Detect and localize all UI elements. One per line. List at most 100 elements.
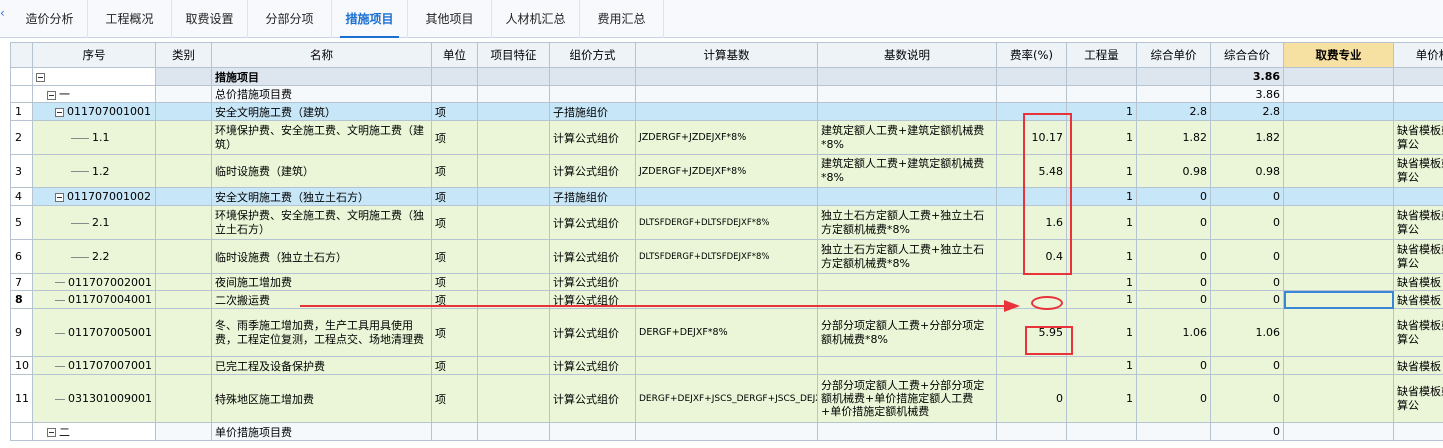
cell-name[interactable]: 安全文明施工费（建筑） [211, 102, 432, 121]
table-row[interactable]: 1 011707001001 安全文明施工费（建筑） 项 子措施组价 1 2.8… [10, 102, 1443, 121]
cell-method[interactable] [549, 422, 636, 441]
cell-seq[interactable]: 011707001001 [32, 102, 156, 121]
cell-rate[interactable]: 0 [996, 374, 1067, 423]
cell-fee-specialty[interactable] [1283, 374, 1394, 423]
cell-feature[interactable] [477, 85, 550, 103]
cell-qty[interactable]: 1 [1066, 205, 1137, 240]
cell-base[interactable]: DERGF+DEJXF*8% [635, 308, 818, 357]
cell-type[interactable] [155, 239, 212, 274]
table-row[interactable]: 措施项目 3.86 [10, 67, 1443, 86]
cell-name[interactable]: 夜间施工增加费 [211, 273, 432, 291]
cell-qty[interactable]: 1 [1066, 120, 1137, 155]
cell-unit-price[interactable]: 0 [1136, 187, 1211, 206]
cell-base[interactable]: DLTSFDERGF+DLTSFDEJXF*8% [635, 205, 818, 240]
cell-type[interactable] [155, 356, 212, 375]
cell-unit-price[interactable] [1136, 85, 1211, 103]
cell-total[interactable]: 0.98 [1210, 154, 1284, 188]
cell-base[interactable]: JZDERGF+JZDEJXF*8% [635, 120, 818, 155]
header-feature[interactable]: 项目特征 [477, 42, 550, 68]
cell-base-desc[interactable]: 建筑定额人工费+建筑定额机械费*8% [817, 120, 997, 155]
collapse-left-icon[interactable]: ‹ [0, 6, 10, 20]
table-row[interactable]: 6 2.2 临时设施费（独立土石方） 项 计算公式组价 DLTSFDERGF+D… [10, 239, 1443, 274]
cell-unit[interactable]: 项 [431, 154, 478, 188]
tab-cost-analysis[interactable]: 造价分析 [12, 0, 88, 38]
cell-seq[interactable]: 011707005001 [32, 308, 156, 357]
cell-base[interactable]: DERGF+DEJXF+JSCS_DERGF+JSCS_DEJXF [635, 374, 818, 423]
cell-feature[interactable] [477, 422, 550, 441]
cell-unit[interactable] [431, 422, 478, 441]
cell-unit-composition[interactable]: 缺省模板或计算公 [1393, 154, 1443, 188]
header-fee-specialty[interactable]: 取费专业 [1283, 42, 1394, 68]
cell-feature[interactable] [477, 374, 550, 423]
cell-unit-price[interactable] [1136, 67, 1211, 86]
cell-total[interactable]: 0 [1210, 356, 1284, 375]
table-row[interactable]: 4 011707001002 安全文明施工费（独立土石方） 项 子措施组价 1 … [10, 187, 1443, 206]
cell-base-desc[interactable] [817, 85, 997, 103]
cell-fee-specialty[interactable] [1283, 422, 1394, 441]
cell-qty[interactable] [1066, 422, 1137, 441]
cell-base-desc[interactable] [817, 422, 997, 441]
cell-unit-composition[interactable] [1393, 67, 1443, 86]
cell-qty[interactable]: 1 [1066, 308, 1137, 357]
cell-type[interactable] [155, 85, 212, 103]
cell-unit-price[interactable] [1136, 422, 1211, 441]
cell-base-desc[interactable]: 建筑定额人工费+建筑定额机械费*8% [817, 154, 997, 188]
cell-seq[interactable]: 1.2 [32, 154, 156, 188]
cell-qty[interactable]: 1 [1066, 102, 1137, 121]
cell-method[interactable] [549, 67, 636, 86]
collapse-icon[interactable] [36, 72, 45, 82]
cell-base-desc[interactable] [817, 356, 997, 375]
cell-base[interactable] [635, 187, 818, 206]
cell-base[interactable] [635, 85, 818, 103]
tab-labor-material-summary[interactable]: 人材机汇总 [492, 0, 580, 38]
cell-fee-specialty[interactable] [1283, 273, 1394, 291]
cell-unit[interactable]: 项 [431, 308, 478, 357]
header-total[interactable]: 综合合价 [1210, 42, 1284, 68]
header-name[interactable]: 名称 [211, 42, 432, 68]
cell-unit-price[interactable]: 0 [1136, 239, 1211, 274]
cell-seq[interactable]: 二 [32, 422, 156, 441]
cell-unit[interactable]: 项 [431, 205, 478, 240]
cell-unit[interactable]: 项 [431, 120, 478, 155]
cell-unit-composition[interactable] [1393, 85, 1443, 103]
cell-base-desc[interactable] [817, 273, 997, 291]
cell-type[interactable] [155, 187, 212, 206]
cell-unit-composition[interactable]: 缺省模板 [1393, 356, 1443, 375]
cell-base[interactable]: DLTSFDERGF+DLTSFDEJXF*8% [635, 239, 818, 274]
header-method[interactable]: 组价方式 [549, 42, 636, 68]
table-row[interactable]: 2 1.1 环境保护费、安全施工费、文明施工费（建筑） 项 计算公式组价 JZD… [10, 120, 1443, 155]
cell-seq[interactable]: 011707001002 [32, 187, 156, 206]
cell-rate[interactable] [996, 273, 1067, 291]
cell-method[interactable] [549, 85, 636, 103]
header-unit[interactable]: 单位 [431, 42, 478, 68]
cell-type[interactable] [155, 67, 212, 86]
cell-method[interactable]: 计算公式组价 [549, 154, 636, 188]
cell-unit-composition[interactable]: 缺省模板 [1393, 290, 1443, 309]
cell-base-desc[interactable]: 独立土石方定额人工费+独立土石方定额机械费*8% [817, 239, 997, 274]
cell-unit[interactable] [431, 67, 478, 86]
cell-fee-specialty[interactable] [1283, 239, 1394, 274]
cell-seq[interactable]: 011707004001 [32, 290, 156, 309]
cell-qty[interactable] [1066, 85, 1137, 103]
header-type[interactable]: 类别 [155, 42, 212, 68]
cell-feature[interactable] [477, 308, 550, 357]
cell-type[interactable] [155, 205, 212, 240]
cell-feature[interactable] [477, 102, 550, 121]
cell-type[interactable] [155, 273, 212, 291]
cell-feature[interactable] [477, 356, 550, 375]
cell-feature[interactable] [477, 205, 550, 240]
cell-method[interactable]: 计算公式组价 [549, 120, 636, 155]
cell-rate[interactable] [996, 85, 1067, 103]
cell-type[interactable] [155, 154, 212, 188]
header-seq[interactable]: 序号 [32, 42, 156, 68]
cell-method[interactable]: 子措施组价 [549, 187, 636, 206]
tab-fee-summary[interactable]: 费用汇总 [580, 0, 664, 38]
cell-fee-specialty[interactable] [1283, 290, 1394, 309]
cell-qty[interactable]: 1 [1066, 273, 1137, 291]
cell-seq[interactable]: 011707002001 [32, 273, 156, 291]
cell-unit-price[interactable]: 0 [1136, 374, 1211, 423]
table-row[interactable]: 二 单价措施项目费 0 [10, 422, 1443, 441]
tab-measures[interactable]: 措施项目 [332, 0, 408, 38]
cell-total[interactable]: 1.82 [1210, 120, 1284, 155]
collapse-icon[interactable] [47, 428, 56, 437]
